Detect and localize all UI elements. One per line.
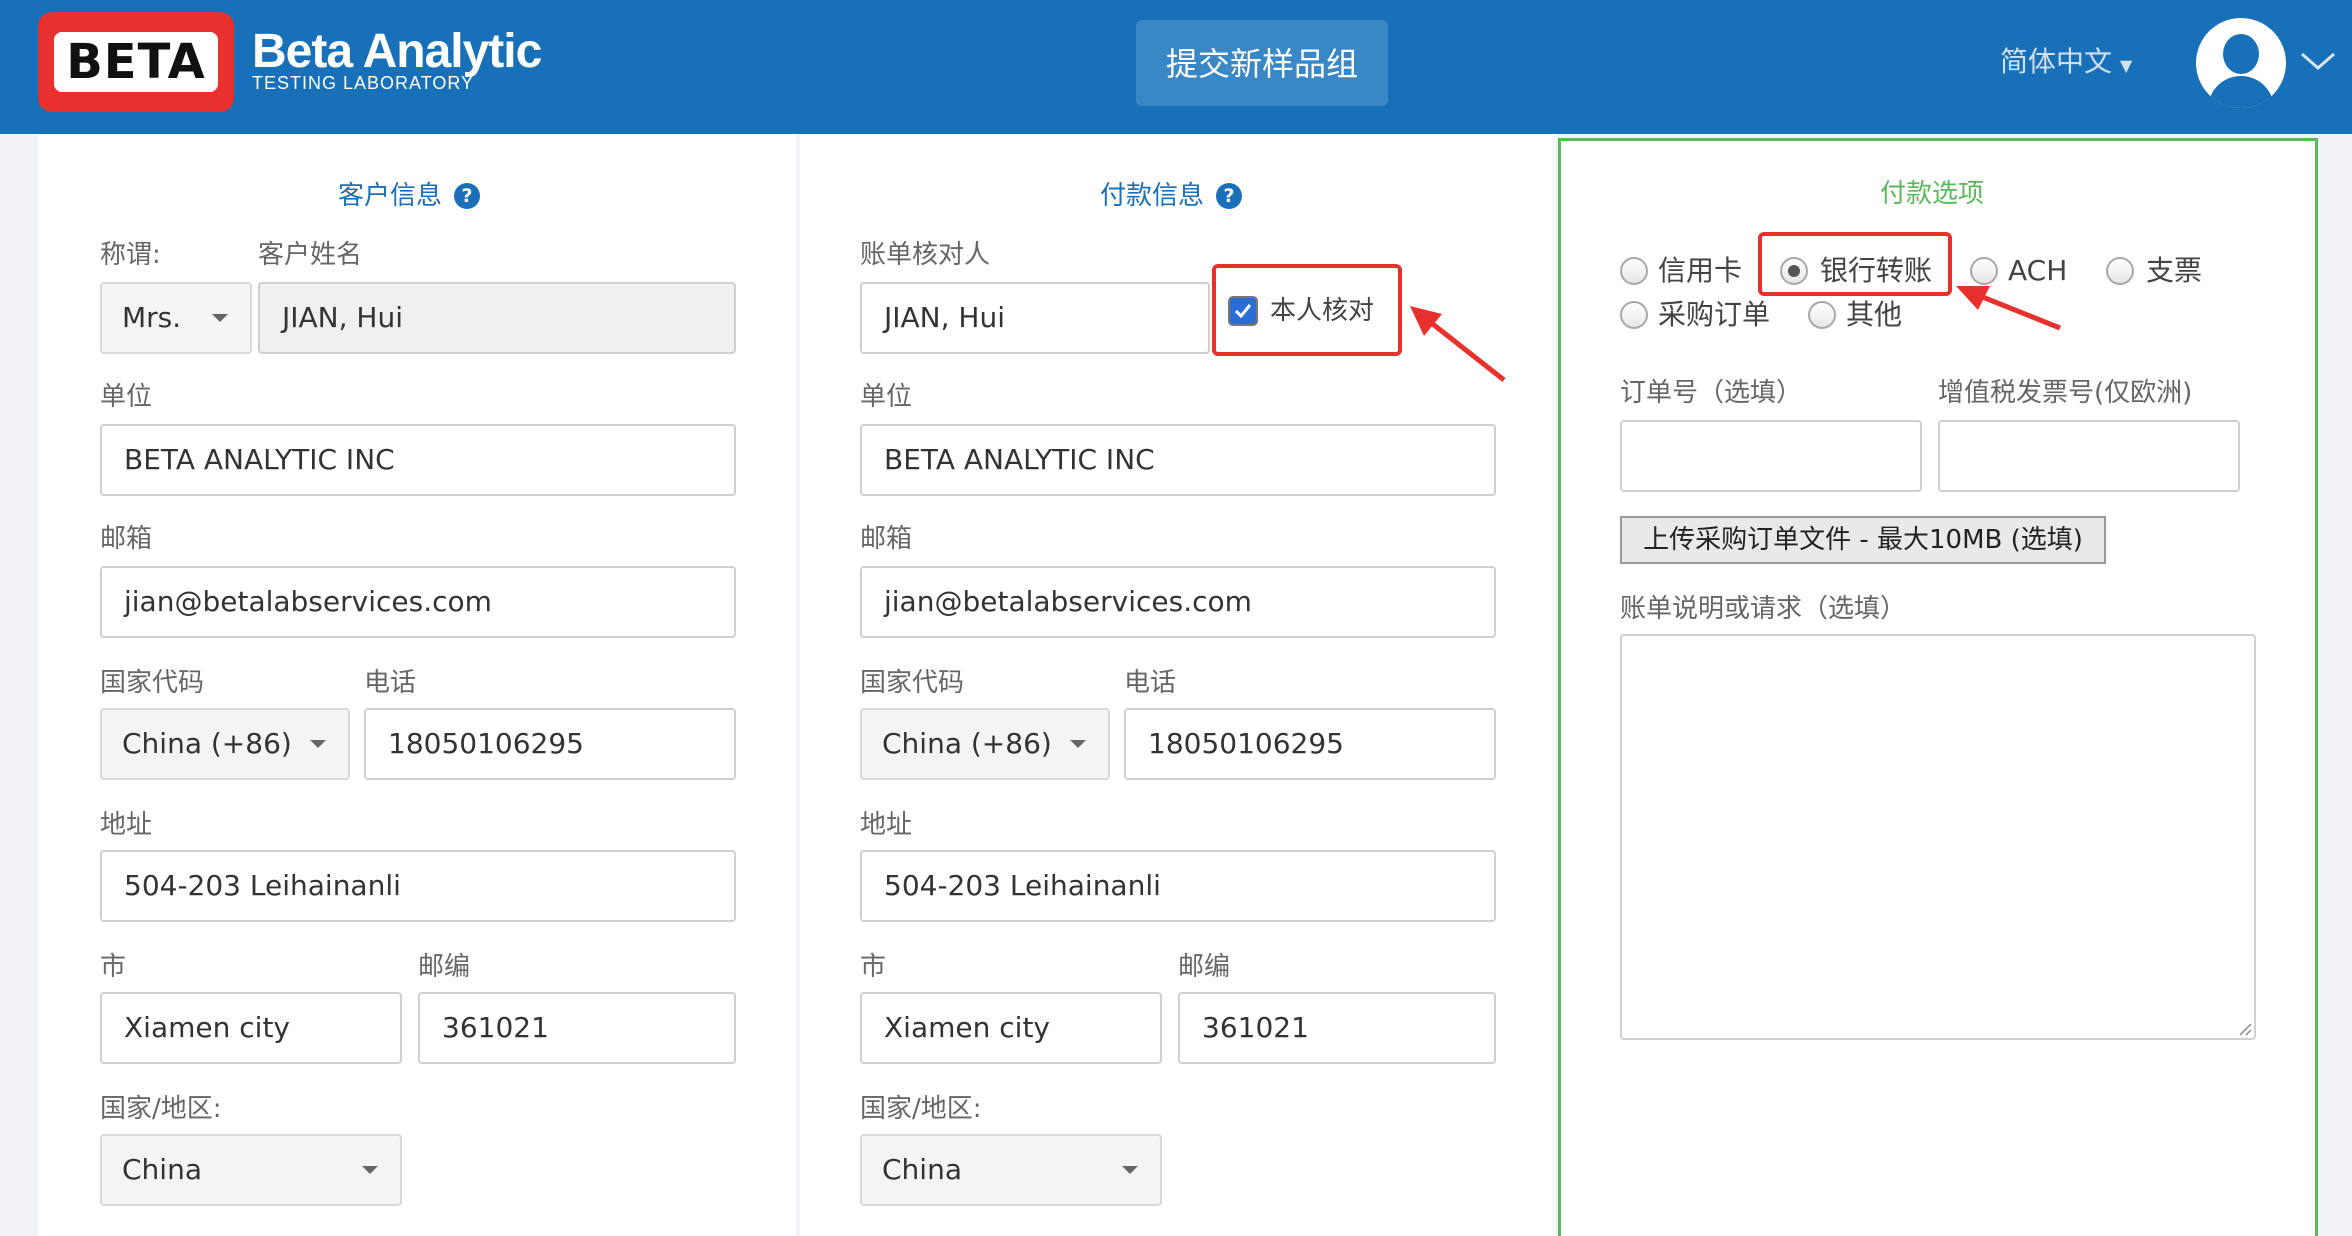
language-label: 简体中文 [2000,45,2113,78]
help-icon[interactable]: ? [1216,183,1243,209]
payment-org-field[interactable]: BETA ANALYTIC INC [860,424,1496,496]
payment-email-label: 邮箱 [860,524,913,554]
payment-address-field[interactable]: 504-203 Leihainanli [860,850,1496,922]
email-field[interactable]: jian@betalabservices.com [100,566,736,638]
radio-credit-card[interactable] [1620,257,1648,285]
annotation-highlight-box [1212,264,1402,356]
payment-info-title-text: 付款信息 [1100,181,1205,211]
reviewer-field[interactable]: JIAN, Hui [860,282,1210,354]
zip-label: 邮编 [418,952,471,982]
annotation-highlight-box [1758,232,1952,296]
avatar-head [2223,34,2259,74]
phone-field[interactable]: 18050106295 [364,708,736,780]
customer-info-title: 客户信息? [338,178,481,214]
logo-text: BETA [54,32,218,92]
payment-country-label: 国家/地区: [860,1094,982,1124]
city-label: 市 [100,952,127,982]
resize-grip-icon[interactable] [2236,1020,2252,1036]
help-icon[interactable]: ? [454,183,481,209]
billing-notes-textarea[interactable] [1620,634,2256,1040]
po-number-label: 订单号（选填） [1620,378,1803,408]
org-field[interactable]: BETA ANALYTIC INC [100,424,736,496]
chevron-down-icon[interactable] [2296,38,2340,82]
payment-country-code-value: China (+86) [882,727,1052,760]
annotation-arrow-icon [1956,286,2061,331]
top-header: BETA Beta Analytic TESTING LABORATORY 提交… [0,0,2352,134]
address-label: 地址 [100,810,153,840]
payment-zip-field[interactable]: 361021 [1178,992,1496,1064]
submit-new-batch-button[interactable]: 提交新样品组 [1136,20,1388,106]
radio-purchase-order[interactable] [1620,301,1648,329]
payment-country-code-label: 国家代码 [860,668,965,698]
dropdown-arrow-icon [310,740,326,748]
radio-other[interactable] [1808,301,1836,329]
payment-info-title: 付款信息? [1100,178,1243,214]
payment-phone-label: 电话 [1124,668,1177,698]
payment-address-label: 地址 [860,810,913,840]
avatar-body [2208,76,2274,108]
billing-notes-label: 账单说明或请求（选填） [1620,594,1907,624]
user-avatar-icon[interactable] [2196,18,2286,108]
payment-phone-field[interactable]: 18050106295 [1124,708,1496,780]
po-number-field[interactable] [1620,420,1922,492]
org-label: 单位 [100,382,153,412]
country-select[interactable]: China [100,1134,402,1206]
customer-info-title-text: 客户信息 [338,181,443,211]
payment-city-field[interactable]: Xiamen city [860,992,1162,1064]
radio-label-other[interactable]: 其他 [1846,297,1902,333]
vat-number-field[interactable] [1938,420,2240,492]
brand-subtitle: TESTING LABORATORY [252,73,475,93]
vat-number-label: 增值税发票号(仅欧洲) [1938,378,2193,408]
beta-logo[interactable]: BETA [38,12,234,112]
caret-down-icon: ▼ [2120,56,2133,75]
payment-country-value: China [882,1153,962,1186]
dropdown-arrow-icon [362,1166,378,1174]
zip-field[interactable]: 361021 [418,992,736,1064]
customer-name-field[interactable]: JIAN, Hui [258,282,736,354]
payment-options-title: 付款选项 [1880,179,1985,209]
email-label: 邮箱 [100,524,153,554]
country-code-select[interactable]: China (+86) [100,708,350,780]
dropdown-arrow-icon [1122,1166,1138,1174]
payment-country-code-select[interactable]: China (+86) [860,708,1110,780]
radio-label-check[interactable]: 支票 [2146,253,2202,289]
payment-zip-label: 邮编 [1178,952,1231,982]
language-dropdown[interactable]: 简体中文 ▼ [2000,40,2132,88]
radio-label-credit-card[interactable]: 信用卡 [1658,253,1742,289]
country-code-value: China (+86) [122,727,292,760]
country-label: 国家/地区: [100,1094,222,1124]
payment-city-label: 市 [860,952,887,982]
country-code-label: 国家代码 [100,668,205,698]
payment-org-label: 单位 [860,382,913,412]
customer-name-label: 客户姓名 [258,240,363,270]
address-field[interactable]: 504-203 Leihainanli [100,850,736,922]
salutation-label: 称谓: [100,240,161,270]
salutation-select[interactable]: Mrs. [100,282,252,354]
upload-po-file-button[interactable]: 上传采购订单文件 - 最大10MB (选填) [1620,516,2106,564]
annotation-arrow-icon [1410,306,1506,382]
radio-check[interactable] [2106,257,2134,285]
phone-label: 电话 [364,668,417,698]
payment-email-field[interactable]: jian@betalabservices.com [860,566,1496,638]
dropdown-arrow-icon [212,314,228,322]
payment-country-select[interactable]: China [860,1134,1162,1206]
salutation-value: Mrs. [122,301,182,334]
reviewer-label: 账单核对人 [860,240,991,270]
radio-label-purchase-order[interactable]: 采购订单 [1658,297,1770,333]
city-field[interactable]: Xiamen city [100,992,402,1064]
dropdown-arrow-icon [1070,740,1086,748]
country-value: China [122,1153,202,1186]
